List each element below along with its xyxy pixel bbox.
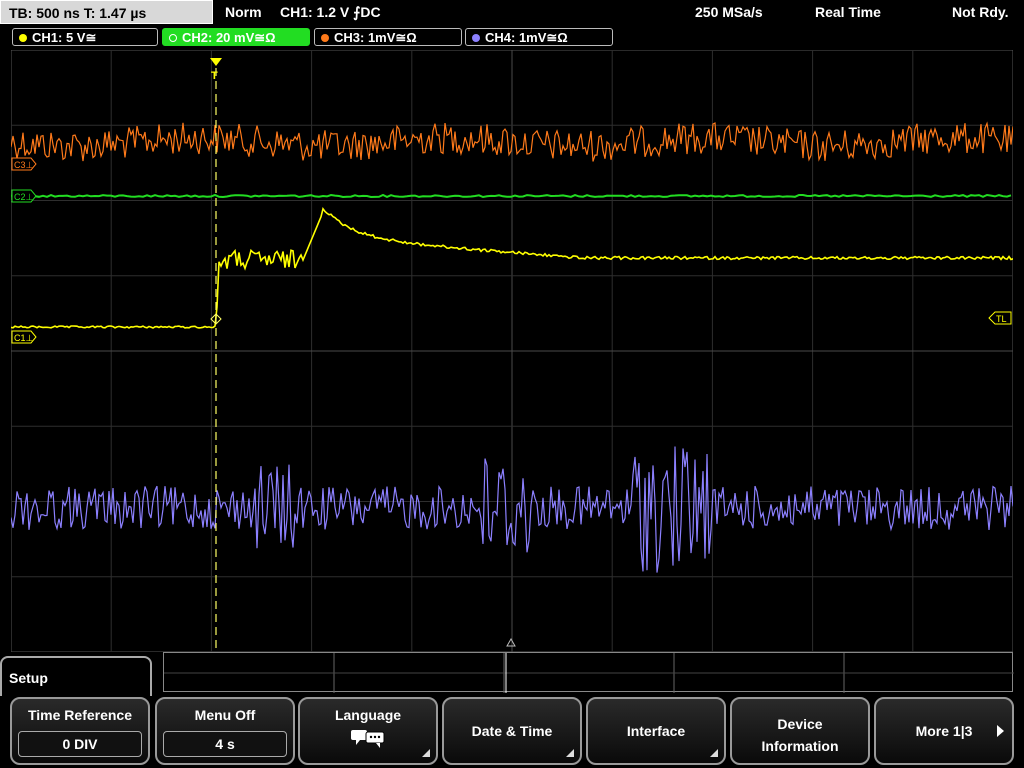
ch1-label: CH1: 5 V≅ bbox=[32, 30, 97, 45]
ch2-ground-marker[interactable]: C2⊥ bbox=[11, 189, 37, 203]
channel-tab-ch3[interactable]: CH3: 1mV≅Ω bbox=[314, 28, 462, 46]
status-bar: TB: 500 ns T: 1.47 µs Norm CH1: 1.2 V ⨍D… bbox=[0, 0, 1024, 26]
date-time-softkey[interactable]: Date & Time bbox=[442, 697, 582, 765]
trigger-t-label: T bbox=[211, 70, 218, 82]
channel-tab-ch4[interactable]: CH4: 1mV≅Ω bbox=[465, 28, 613, 46]
device-info-line1: Device bbox=[777, 716, 823, 732]
date-time-label: Date & Time bbox=[471, 723, 553, 739]
time-reference-label: Time Reference bbox=[27, 707, 132, 723]
interface-softkey[interactable]: Interface bbox=[586, 697, 726, 765]
ch3-ground-marker[interactable]: C3⊥ bbox=[11, 157, 37, 171]
ch1-dot-icon bbox=[19, 34, 27, 42]
ch1-ground-marker[interactable]: C1⊥ bbox=[11, 330, 37, 344]
submenu-corner-icon bbox=[566, 749, 574, 757]
ch4-label: CH4: 1mV≅Ω bbox=[485, 30, 568, 45]
language-label: Language bbox=[334, 707, 402, 723]
channel-tab-ch2[interactable]: CH2: 20 mV≅Ω bbox=[162, 28, 310, 46]
ch3-dot-icon bbox=[321, 34, 329, 42]
waveform-display[interactable]: T C3⊥ C2⊥ C1⊥ TL bbox=[11, 50, 1013, 652]
menu-off-value: 4 s bbox=[163, 731, 287, 757]
ch4-dot-icon bbox=[472, 34, 480, 42]
svg-text:C1⊥: C1⊥ bbox=[14, 333, 34, 343]
submenu-corner-icon bbox=[710, 749, 718, 757]
language-softkey[interactable]: Language bbox=[298, 697, 438, 765]
ch2-dot-icon bbox=[169, 34, 177, 42]
svg-text:C3⊥: C3⊥ bbox=[14, 160, 34, 170]
menu-title-tab: Setup bbox=[0, 656, 152, 696]
ch3-label: CH3: 1mV≅Ω bbox=[334, 30, 417, 45]
arrow-right-icon bbox=[997, 725, 1004, 737]
memory-timeline bbox=[163, 652, 1014, 693]
channel-tab-ch1[interactable]: CH1: 5 V≅ bbox=[12, 28, 158, 46]
svg-text:TL: TL bbox=[996, 314, 1007, 324]
menu-off-label: Menu Off bbox=[194, 707, 256, 723]
ch2-label: CH2: 20 mV≅Ω bbox=[182, 30, 276, 45]
time-reference-value: 0 DIV bbox=[18, 731, 142, 757]
more-label: More 1|3 bbox=[915, 723, 973, 739]
trigger-readout[interactable]: CH1: 1.2 V ⨍DC bbox=[280, 0, 381, 24]
interface-label: Interface bbox=[626, 723, 686, 739]
acquisition-mode: Real Time bbox=[815, 4, 881, 20]
speech-bubbles-icon bbox=[351, 730, 385, 748]
svg-text:C2⊥: C2⊥ bbox=[14, 192, 34, 202]
device-information-softkey[interactable]: Device Information bbox=[730, 697, 870, 765]
acquisition-state: Not Rdy. bbox=[952, 4, 1009, 20]
more-softkey[interactable]: More 1|3 bbox=[874, 697, 1014, 765]
device-info-line2: Information bbox=[761, 738, 839, 754]
menu-title: Setup bbox=[9, 670, 48, 686]
sample-rate: 250 MSa/s bbox=[695, 4, 763, 20]
menu-off-softkey[interactable]: Menu Off 4 s bbox=[155, 697, 295, 765]
timebase-readout[interactable]: TB: 500 ns T: 1.47 µs bbox=[0, 0, 213, 24]
submenu-corner-icon bbox=[422, 749, 430, 757]
time-reference-softkey[interactable]: Time Reference 0 DIV bbox=[10, 697, 150, 765]
trigger-mode[interactable]: Norm bbox=[225, 0, 262, 24]
